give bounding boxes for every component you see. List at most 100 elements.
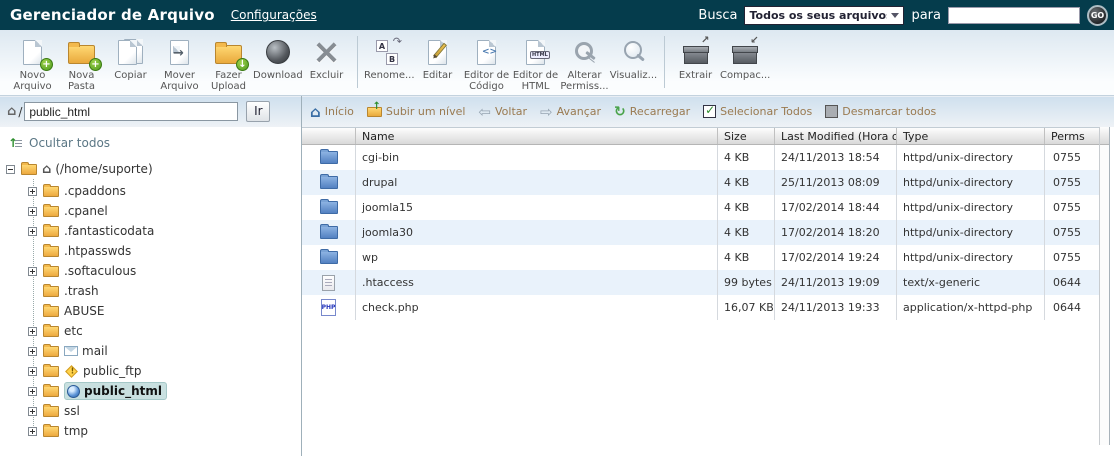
table-row[interactable]: joomla30 4 KB 17/02/2014 18:20 httpd/uni…: [302, 220, 1109, 245]
tree-item[interactable]: ABUSE: [0, 301, 301, 321]
file-size: 4 KB: [718, 245, 775, 270]
mail-icon: [64, 346, 78, 356]
tree-item[interactable]: tmp: [0, 421, 301, 441]
tool-label: Editor de HTML: [511, 70, 560, 92]
tool-label: Copiar: [106, 70, 155, 81]
nav-reload[interactable]: Recarregar: [614, 104, 690, 120]
column-header-icon[interactable]: [302, 128, 356, 144]
top-bar: Gerenciador de Arquivo Configurações Bus…: [0, 0, 1114, 30]
file-type: httpd/unix-directory: [897, 245, 1045, 270]
go-button[interactable]: GO: [1087, 5, 1108, 26]
expand-icon[interactable]: [28, 267, 37, 276]
collapse-all-link[interactable]: Ocultar todos: [8, 136, 301, 150]
plus-badge-icon: [89, 58, 102, 71]
tree-item[interactable]: .htpasswds: [0, 241, 301, 261]
file-size: 4 KB: [718, 195, 775, 220]
blue-folder-icon: [320, 251, 338, 264]
nav-up-one-level[interactable]: Subir um nível: [367, 105, 466, 118]
tool-label: Excluir: [302, 70, 351, 81]
file-name: wp: [356, 245, 718, 270]
move-file-button[interactable]: Mover Arquivo: [155, 30, 204, 92]
delete-button[interactable]: Excluir: [302, 30, 351, 81]
new-folder-button[interactable]: Nova Pasta: [57, 30, 106, 92]
expand-icon[interactable]: [28, 327, 37, 336]
nav-select-all[interactable]: Selecionar Todos: [703, 105, 812, 118]
go-path-button[interactable]: Ir: [246, 101, 270, 122]
nav-forward[interactable]: Avançar: [540, 103, 601, 121]
folder-icon: [43, 366, 59, 377]
collapse-expander-icon[interactable]: [6, 165, 15, 174]
tree-item[interactable]: .trash: [0, 281, 301, 301]
column-header-modified[interactable]: Last Modified (Hora oficia: [775, 128, 897, 144]
tree-item[interactable]: public_ftp: [0, 361, 301, 381]
row-icon-cell: [302, 195, 356, 220]
tree-item[interactable]: .fantasticodata: [0, 221, 301, 241]
edit-button[interactable]: Editar: [413, 30, 462, 81]
search-scope-select[interactable]: Todos os seus arquivos: [744, 6, 904, 25]
expand-icon[interactable]: [28, 367, 37, 376]
rename-button[interactable]: AB Renome...: [364, 30, 413, 81]
upload-button[interactable]: Fazer Upload: [204, 30, 253, 92]
permissions-button[interactable]: Alterar Permiss...: [560, 30, 609, 92]
scrollbar-header-cap: [1100, 127, 1109, 145]
file-name: .htaccess: [356, 270, 718, 295]
column-header-size[interactable]: Size: [718, 128, 775, 144]
unchecked-checkbox-icon: [825, 105, 838, 118]
new-file-button[interactable]: Novo Arquivo: [8, 30, 57, 92]
table-row[interactable]: wp 4 KB 17/02/2014 19:24 httpd/unix-dire…: [302, 245, 1109, 270]
search-input[interactable]: [948, 7, 1080, 24]
file-list-pane: Name Size Last Modified (Hora oficia Typ…: [302, 127, 1110, 445]
home-icon: [310, 103, 321, 121]
expand-icon[interactable]: [28, 427, 37, 436]
extract-button[interactable]: Extrair: [671, 30, 720, 81]
extract-box-icon: [684, 50, 708, 64]
column-header-type[interactable]: Type: [897, 128, 1045, 144]
table-row[interactable]: PHP check.php 16,07 KB 24/11/2013 19:33 …: [302, 295, 1109, 320]
expand-icon[interactable]: [28, 187, 37, 196]
app-title: Gerenciador de Arquivo: [0, 6, 215, 24]
file-size: 16,07 KB: [718, 295, 775, 320]
expand-icon[interactable]: [28, 347, 37, 356]
tree-item[interactable]: .cpanel: [0, 201, 301, 221]
nav-home[interactable]: Início: [310, 103, 354, 121]
tool-label: Extrair: [671, 70, 720, 81]
nav-unselect-all[interactable]: Desmarcar todos: [825, 105, 936, 118]
code-editor-button[interactable]: <> Editor de Código: [462, 30, 511, 92]
blue-folder-icon: [320, 226, 338, 239]
html-editor-button[interactable]: HTML Editor de HTML: [511, 30, 560, 92]
tree-item[interactable]: ssl: [0, 401, 301, 421]
arrow-right-icon: [540, 103, 553, 121]
tree-item-label: public_html: [84, 384, 162, 398]
table-row[interactable]: .htaccess 99 bytes 24/11/2013 19:09 text…: [302, 270, 1109, 295]
arrow-left-icon: [478, 103, 491, 121]
tree-item[interactable]: mail: [0, 341, 301, 361]
expand-icon[interactable]: [28, 227, 37, 236]
tool-label: Fazer Upload: [204, 70, 253, 92]
tree-item-root[interactable]: (/home/suporte): [0, 157, 301, 181]
download-button[interactable]: Download: [253, 30, 302, 81]
tree-item-label: .htpasswds: [64, 244, 131, 258]
table-row[interactable]: joomla15 4 KB 17/02/2014 18:44 httpd/uni…: [302, 195, 1109, 220]
table-row[interactable]: drupal 4 KB 25/11/2013 08:09 httpd/unix-…: [302, 170, 1109, 195]
tree-item[interactable]: .cpaddons: [0, 181, 301, 201]
refresh-icon: [614, 104, 626, 120]
compress-button[interactable]: Compac...: [720, 30, 769, 81]
table-row[interactable]: cgi-bin 4 KB 24/11/2013 18:54 httpd/unix…: [302, 145, 1109, 170]
expand-icon[interactable]: [28, 207, 37, 216]
expand-icon[interactable]: [28, 407, 37, 416]
copy-button[interactable]: Copiar: [106, 30, 155, 81]
path-input[interactable]: [24, 102, 238, 121]
scrollbar[interactable]: [1099, 127, 1109, 445]
file-modified: 24/11/2013 19:33: [775, 295, 897, 320]
column-header-perms[interactable]: Perms: [1045, 128, 1100, 144]
tree-item-selected[interactable]: public_html: [0, 381, 301, 401]
tree-item[interactable]: etc: [0, 321, 301, 341]
toolbar-separator: [664, 36, 665, 88]
expand-icon[interactable]: [28, 387, 37, 396]
view-button[interactable]: Visualiz...: [609, 30, 658, 81]
column-header-name[interactable]: Name: [356, 128, 718, 144]
nav-back[interactable]: Voltar: [478, 103, 527, 121]
settings-link[interactable]: Configurações: [231, 8, 317, 22]
tree-item-label: .fantasticodata: [64, 224, 154, 238]
tree-item[interactable]: .softaculous: [0, 261, 301, 281]
